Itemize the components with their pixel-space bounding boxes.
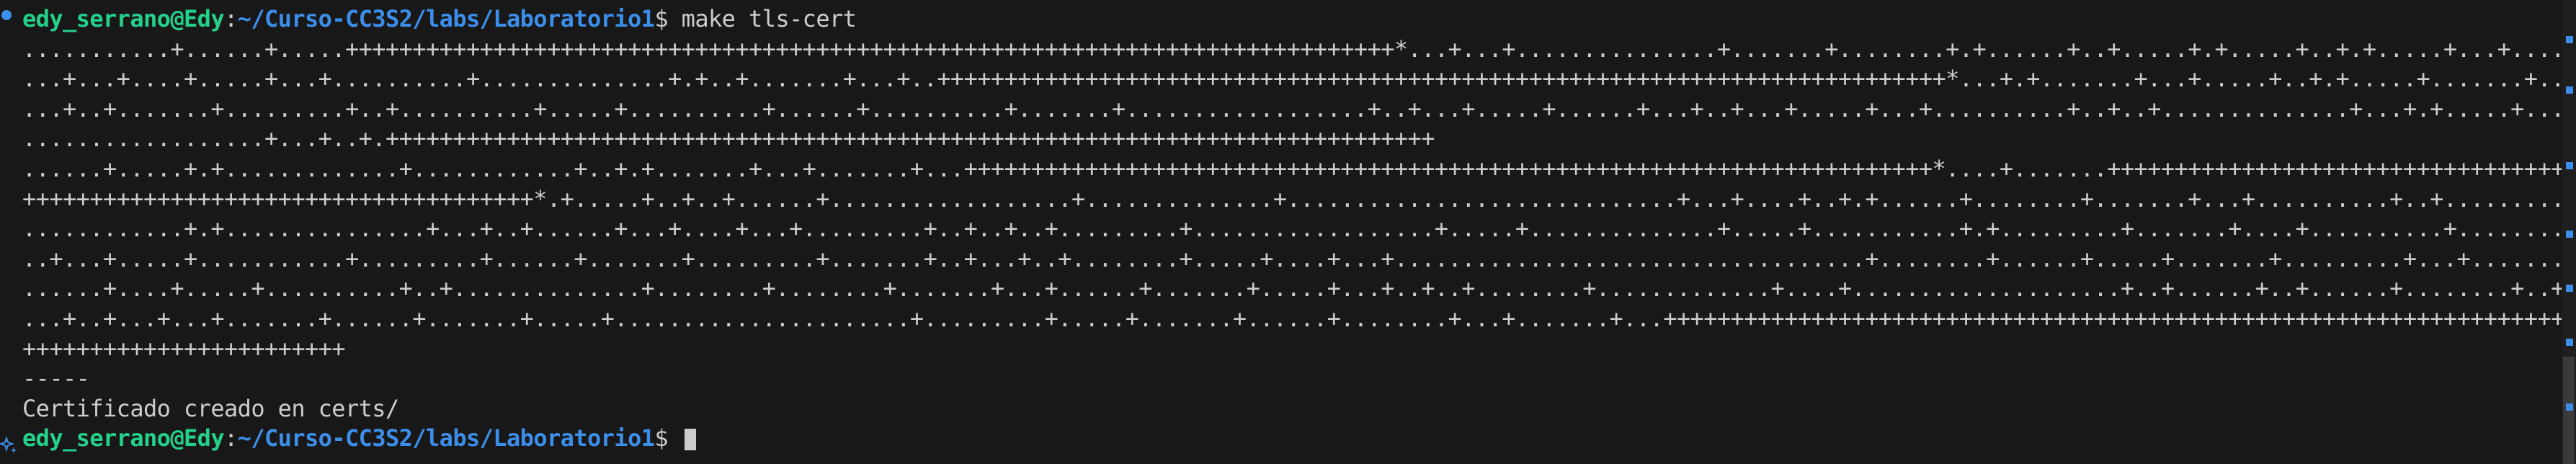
output-line: ..+...+.....+...........+.........+.....… bbox=[22, 244, 2562, 272]
output-line: ...+..+...+...+.......+......+.......+..… bbox=[22, 304, 2562, 332]
prompt-user-host: edy_serrano@Edy bbox=[22, 5, 225, 32]
output-line: ......+....+.....+..........+..+........… bbox=[22, 275, 2562, 303]
command-text: make tls-cert bbox=[681, 5, 857, 32]
prompt-path: ~/Curso-CC3S2/labs/Laboratorio1 bbox=[237, 5, 655, 32]
output-line: ......+.....+.+.............+...........… bbox=[22, 154, 2562, 182]
terminal-panel[interactable]: edy_serrano@Edy:~/Curso-CC3S2/labs/Labor… bbox=[0, 0, 2576, 464]
output-line: ----- bbox=[22, 365, 90, 393]
prompt-path: ~/Curso-CC3S2/labs/Laboratorio1 bbox=[237, 424, 655, 452]
output-line: ...+..+.......+.........+..+..........+.… bbox=[22, 94, 2562, 122]
output-line: ++++++++++++++++++++++++ bbox=[22, 334, 346, 362]
prompt-colon: : bbox=[224, 424, 238, 452]
prompt-line-1: edy_serrano@Edy:~/Curso-CC3S2/labs/Labor… bbox=[22, 4, 2562, 35]
overview-ruler-mark bbox=[2566, 86, 2573, 94]
prompt-line-2[interactable]: edy_serrano@Edy:~/Curso-CC3S2/labs/Labor… bbox=[22, 424, 2562, 454]
command-decoration-icon[interactable] bbox=[1, 10, 12, 20]
prompt-symbol: $ bbox=[654, 5, 682, 32]
output-line: ...+...+....+.....+...+..........+......… bbox=[22, 65, 2562, 93]
overview-ruler-mark bbox=[2566, 162, 2573, 169]
output-line: ............+.+...............+...+..+..… bbox=[22, 215, 2562, 243]
overview-ruler-mark bbox=[2566, 231, 2573, 238]
overview-ruler-mark bbox=[2566, 285, 2573, 292]
terminal-output: edy_serrano@Edy:~/Curso-CC3S2/labs/Labor… bbox=[22, 4, 2562, 454]
vertical-scrollbar[interactable] bbox=[2562, 0, 2576, 464]
output-line: ..................+...+..+.+++++++++++++… bbox=[22, 125, 1435, 153]
prompt-symbol: $ bbox=[654, 424, 682, 452]
output-line: Certificado creado en certs/ bbox=[22, 394, 399, 422]
output-line: ...........+......+.....++++++++++++++++… bbox=[22, 35, 2562, 63]
overview-ruler-mark bbox=[2566, 36, 2573, 43]
text-cursor bbox=[684, 429, 696, 451]
overview-ruler-mark bbox=[2566, 339, 2573, 346]
prompt-colon: : bbox=[224, 5, 238, 32]
sparkle-icon[interactable] bbox=[0, 437, 19, 455]
output-line: ++++++++++++++++++++++++++++++++++++++*.… bbox=[22, 184, 2562, 213]
prompt-user-host: edy_serrano@Edy bbox=[22, 424, 225, 452]
overview-ruler-mark bbox=[2566, 403, 2573, 411]
